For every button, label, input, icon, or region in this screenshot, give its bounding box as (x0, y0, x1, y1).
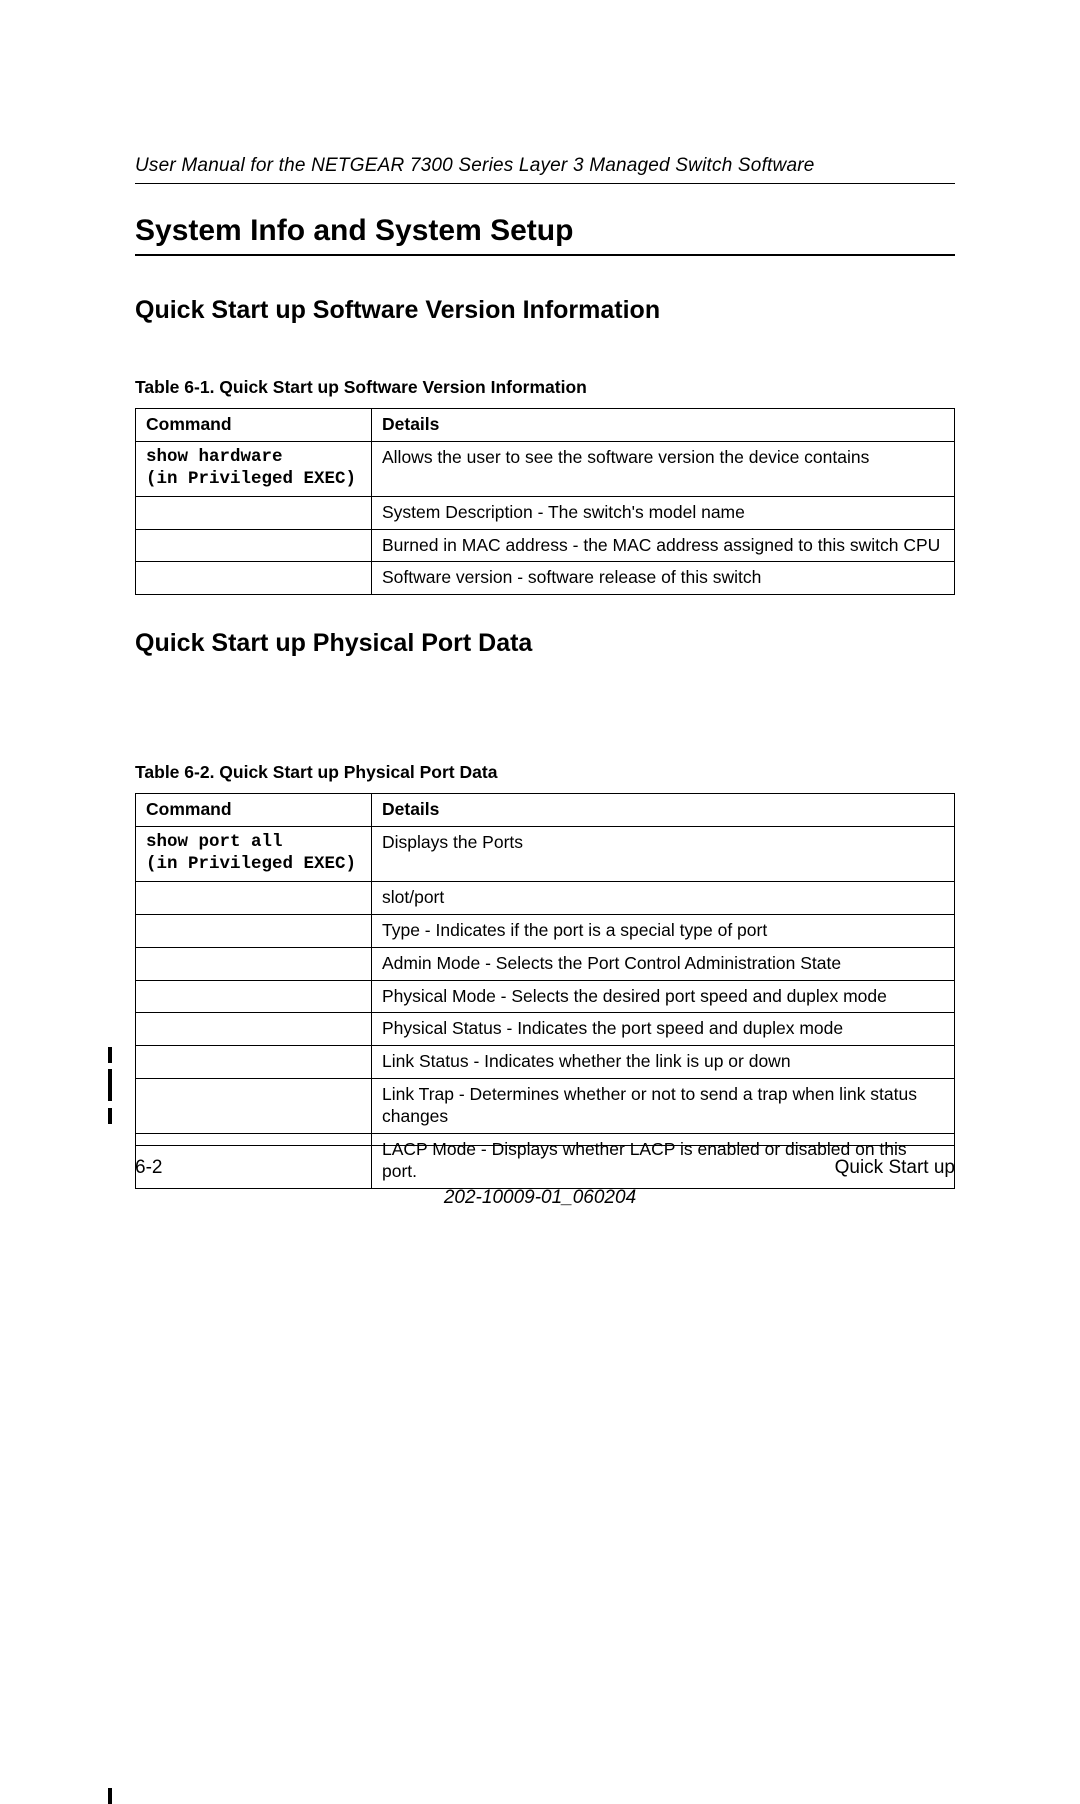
command-context: (in Privileged EXEC) (146, 469, 356, 489)
command-cell (136, 947, 372, 980)
section2-heading: Quick Start up Physical Port Data (135, 629, 955, 658)
table-row: show hardware (in Privileged EXEC) Allow… (136, 441, 955, 496)
table-row: Physical Status - Indicates the port spe… (136, 1013, 955, 1046)
chapter-name: Quick Start up (835, 1157, 955, 1179)
table-row: Software version - software release of t… (136, 562, 955, 595)
table-header-row: Command Details (136, 409, 955, 442)
command-context: (in Privileged EXEC) (146, 854, 356, 874)
details-cell: Burned in MAC address - the MAC address … (372, 529, 955, 562)
change-bar (108, 1788, 112, 1804)
details-cell: Software version - software release of t… (372, 562, 955, 595)
document-number: 202-10009-01_060204 (0, 1187, 1080, 1209)
table-row: Type - Indicates if the port is a specia… (136, 914, 955, 947)
command-text: show hardware (146, 447, 283, 467)
table1-caption: Table 6-1. Quick Start up Software Versi… (135, 377, 955, 398)
document-page: User Manual for the NETGEAR 7300 Series … (0, 0, 1080, 1397)
command-cell (136, 980, 372, 1013)
section1-heading: Quick Start up Software Version Informat… (135, 296, 955, 325)
table-header-row: Command Details (136, 794, 955, 827)
table-row: Physical Mode - Selects the desired port… (136, 980, 955, 1013)
col-command-header: Command (136, 794, 372, 827)
command-cell (136, 529, 372, 562)
table-row: slot/port (136, 881, 955, 914)
table-row: Link Status - Indicates whether the link… (136, 1046, 955, 1079)
table-row: show port all (in Privileged EXEC) Displ… (136, 827, 955, 882)
table-2: Command Details show port all (in Privil… (135, 793, 955, 1188)
details-cell: Link Trap - Determines whether or not to… (372, 1079, 955, 1134)
footer-rule (135, 1145, 955, 1146)
command-cell (136, 914, 372, 947)
command-cell: show hardware (in Privileged EXEC) (136, 441, 372, 496)
command-cell (136, 1046, 372, 1079)
page-title: System Info and System Setup (135, 214, 955, 248)
details-cell: Physical Mode - Selects the desired port… (372, 980, 955, 1013)
command-cell (136, 1013, 372, 1046)
col-command-header: Command (136, 409, 372, 442)
command-cell (136, 496, 372, 529)
details-cell: Link Status - Indicates whether the link… (372, 1046, 955, 1079)
header-rule (135, 183, 955, 184)
table-row: Burned in MAC address - the MAC address … (136, 529, 955, 562)
details-cell: slot/port (372, 881, 955, 914)
command-cell (136, 562, 372, 595)
details-cell: System Description - The switch's model … (372, 496, 955, 529)
details-cell: Physical Status - Indicates the port spe… (372, 1013, 955, 1046)
page-number: 6-2 (135, 1157, 162, 1179)
change-bar (108, 1047, 112, 1063)
details-cell: Allows the user to see the software vers… (372, 441, 955, 496)
col-details-header: Details (372, 794, 955, 827)
col-details-header: Details (372, 409, 955, 442)
details-cell: Displays the Ports (372, 827, 955, 882)
running-header: User Manual for the NETGEAR 7300 Series … (135, 155, 955, 177)
table-1: Command Details show hardware (in Privil… (135, 408, 955, 595)
change-bar (108, 1108, 112, 1124)
details-cell: Type - Indicates if the port is a specia… (372, 914, 955, 947)
command-cell (136, 881, 372, 914)
title-rule (135, 254, 955, 256)
command-cell (136, 1079, 372, 1134)
table-row: System Description - The switch's model … (136, 496, 955, 529)
table-row: Link Trap - Determines whether or not to… (136, 1079, 955, 1134)
command-cell: show port all (in Privileged EXEC) (136, 827, 372, 882)
details-cell: Admin Mode - Selects the Port Control Ad… (372, 947, 955, 980)
footer-line: 6-2 Quick Start up (135, 1157, 955, 1179)
change-bar (108, 1069, 112, 1101)
command-text: show port all (146, 832, 283, 852)
table-row: Admin Mode - Selects the Port Control Ad… (136, 947, 955, 980)
table2-caption: Table 6-2. Quick Start up Physical Port … (135, 762, 955, 783)
